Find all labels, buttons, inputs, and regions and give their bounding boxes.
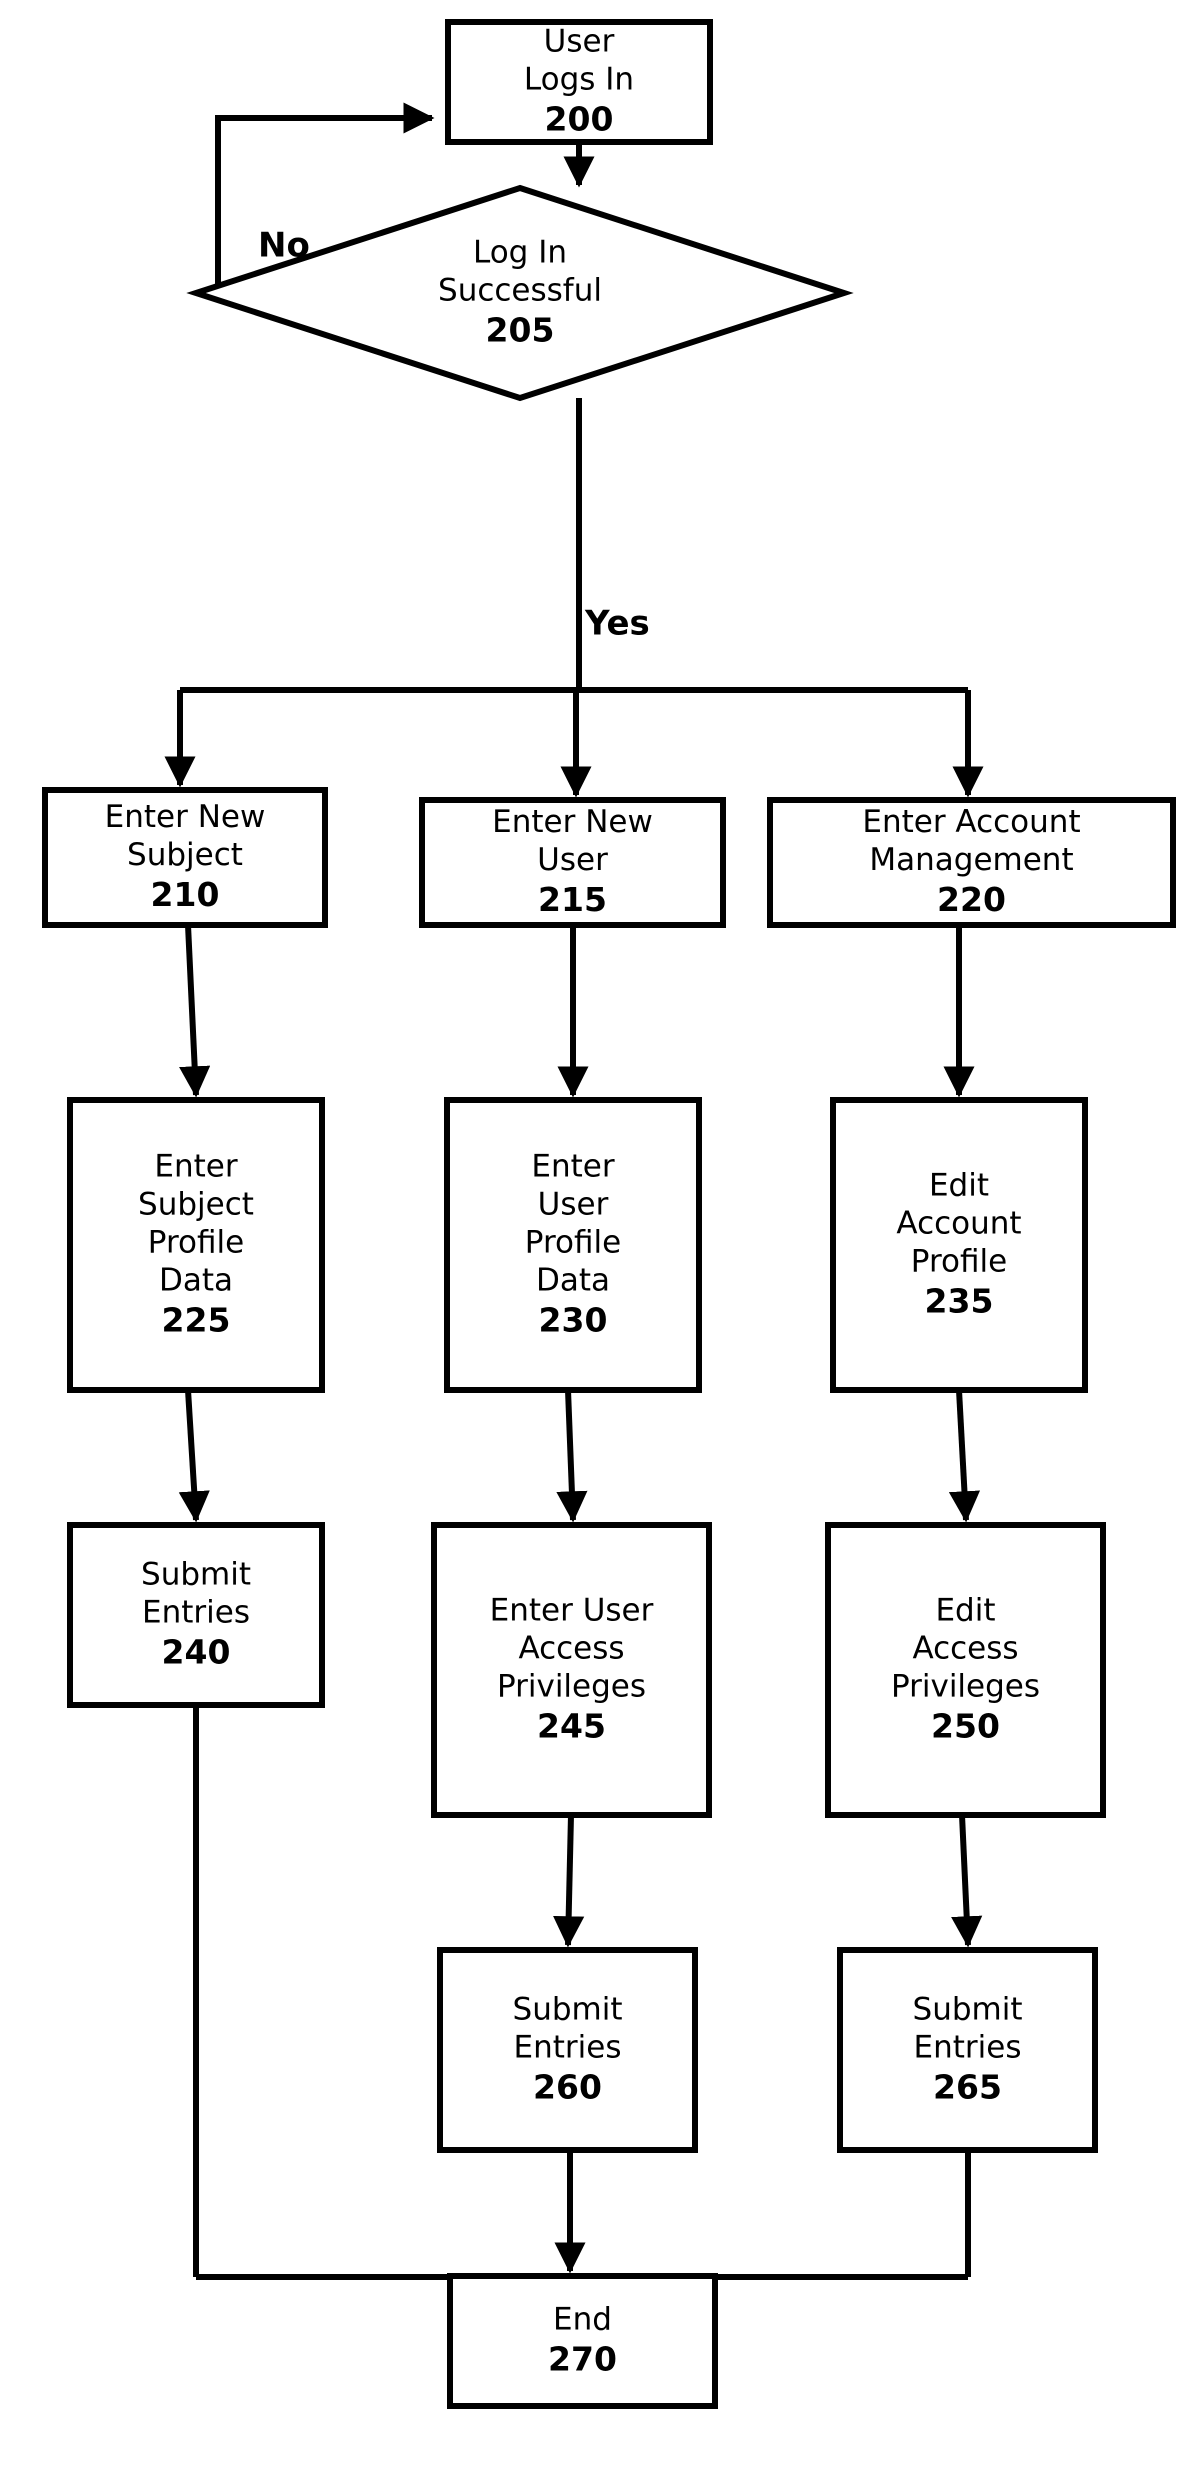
flow-node-200[interactable]: UserLogs In200	[445, 19, 713, 145]
node-label-line: Enter User	[490, 1593, 654, 1629]
flowchart-svg: UserLogs In200Log InSuccessful205Enter N…	[42, 19, 1176, 2409]
node-label-line: Entries	[514, 2030, 622, 2066]
node-reference-number: 200	[545, 100, 614, 139]
node-label-line: Edit	[929, 1168, 989, 1204]
node-label-line: Profile	[525, 1225, 621, 1261]
node-label-line: Profile	[911, 1244, 1007, 1280]
flow-node-205[interactable]: Log InSuccessful205	[186, 184, 854, 402]
node-reference-number: 260	[533, 2068, 602, 2107]
node-label-line: Account	[896, 1206, 1021, 1242]
edge-label-yes: Yes	[584, 604, 650, 644]
node-label-line: Privileges	[497, 1669, 646, 1705]
flow-node-215[interactable]: Enter NewUser215	[419, 797, 726, 928]
node-reference-number: 205	[486, 311, 555, 350]
node-reference-number: 230	[539, 1301, 608, 1340]
flow-node-240[interactable]: SubmitEntries240	[67, 1522, 325, 1708]
edge-230-to-245	[556, 1389, 588, 1523]
node-label-line: Management	[869, 842, 1073, 878]
edge-label-no: No	[258, 226, 310, 266]
node-label-line: Submit	[141, 1557, 251, 1593]
node-reference-number: 250	[931, 1707, 1000, 1746]
node-label-line: Submit	[913, 1992, 1023, 2028]
node-label-line: Successful	[438, 273, 602, 309]
flowchart-canvas: User Logs In 200 Log In Successful 205 Enter N…	[0, 0, 1203, 2476]
node-reference-number: 270	[548, 2340, 617, 2379]
node-reference-number: 235	[925, 1282, 994, 1321]
node-label-line: User	[538, 1187, 609, 1223]
edge-245-to-260	[553, 1814, 585, 1948]
flow-node-235[interactable]: EditAccountProfile235	[830, 1097, 1088, 1393]
node-label-line: User	[537, 842, 608, 878]
node-reference-number: 245	[537, 1707, 606, 1746]
flow-node-270[interactable]: End270	[447, 2273, 718, 2409]
node-reference-number: 240	[162, 1633, 231, 1672]
flow-node-210[interactable]: Enter NewSubject210	[42, 787, 328, 928]
edge-235-to-250	[948, 1389, 981, 1523]
node-label-line: End	[553, 2302, 612, 2338]
node-label-line: Enter New	[492, 804, 653, 840]
node-label-line: Log In	[473, 235, 567, 271]
node-reference-number: 225	[162, 1301, 231, 1340]
edge-250-to-265	[951, 1814, 983, 1948]
node-label-line: Entries	[914, 2030, 1022, 2066]
node-layer: UserLogs In200Log InSuccessful205Enter N…	[42, 19, 1176, 2409]
flow-node-230[interactable]: EnterUserProfileData230	[444, 1097, 702, 1393]
node-label-line: Logs In	[524, 62, 634, 98]
node-label-line: Edit	[935, 1593, 995, 1629]
node-label-line: Subject	[138, 1187, 254, 1223]
node-label-line: Enter Account	[862, 804, 1080, 840]
node-label-line: Enter	[154, 1149, 237, 1185]
flow-node-225[interactable]: EnterSubjectProfileData225	[67, 1097, 325, 1393]
node-label-line: Access	[518, 1631, 624, 1667]
flow-node-220[interactable]: Enter AccountManagement220	[767, 797, 1176, 928]
node-label-line: Subject	[127, 837, 243, 873]
node-label-line: Privileges	[891, 1669, 1040, 1705]
node-reference-number: 210	[151, 875, 220, 914]
node-label-line: Access	[912, 1631, 1018, 1667]
node-label-line: Data	[159, 1263, 233, 1299]
node-reference-number: 215	[538, 880, 607, 919]
node-label-line: Profile	[148, 1225, 244, 1261]
flow-node-245[interactable]: Enter UserAccessPrivileges245	[431, 1522, 712, 1818]
node-label-line: Enter	[531, 1149, 614, 1185]
flow-node-265[interactable]: SubmitEntries265	[837, 1947, 1098, 2153]
edge-210-to-225	[179, 924, 211, 1098]
node-reference-number: 220	[937, 880, 1006, 919]
node-reference-number: 265	[933, 2068, 1002, 2107]
node-label-line: Enter New	[105, 799, 266, 835]
node-label-line: Data	[536, 1263, 610, 1299]
node-label-line: Submit	[513, 1992, 623, 2028]
flow-node-260[interactable]: SubmitEntries260	[437, 1947, 698, 2153]
node-label-line: Entries	[142, 1595, 250, 1631]
edge-225-to-240	[178, 1389, 210, 1523]
node-label-line: User	[544, 24, 615, 60]
flow-node-250[interactable]: EditAccessPrivileges250	[825, 1522, 1106, 1818]
